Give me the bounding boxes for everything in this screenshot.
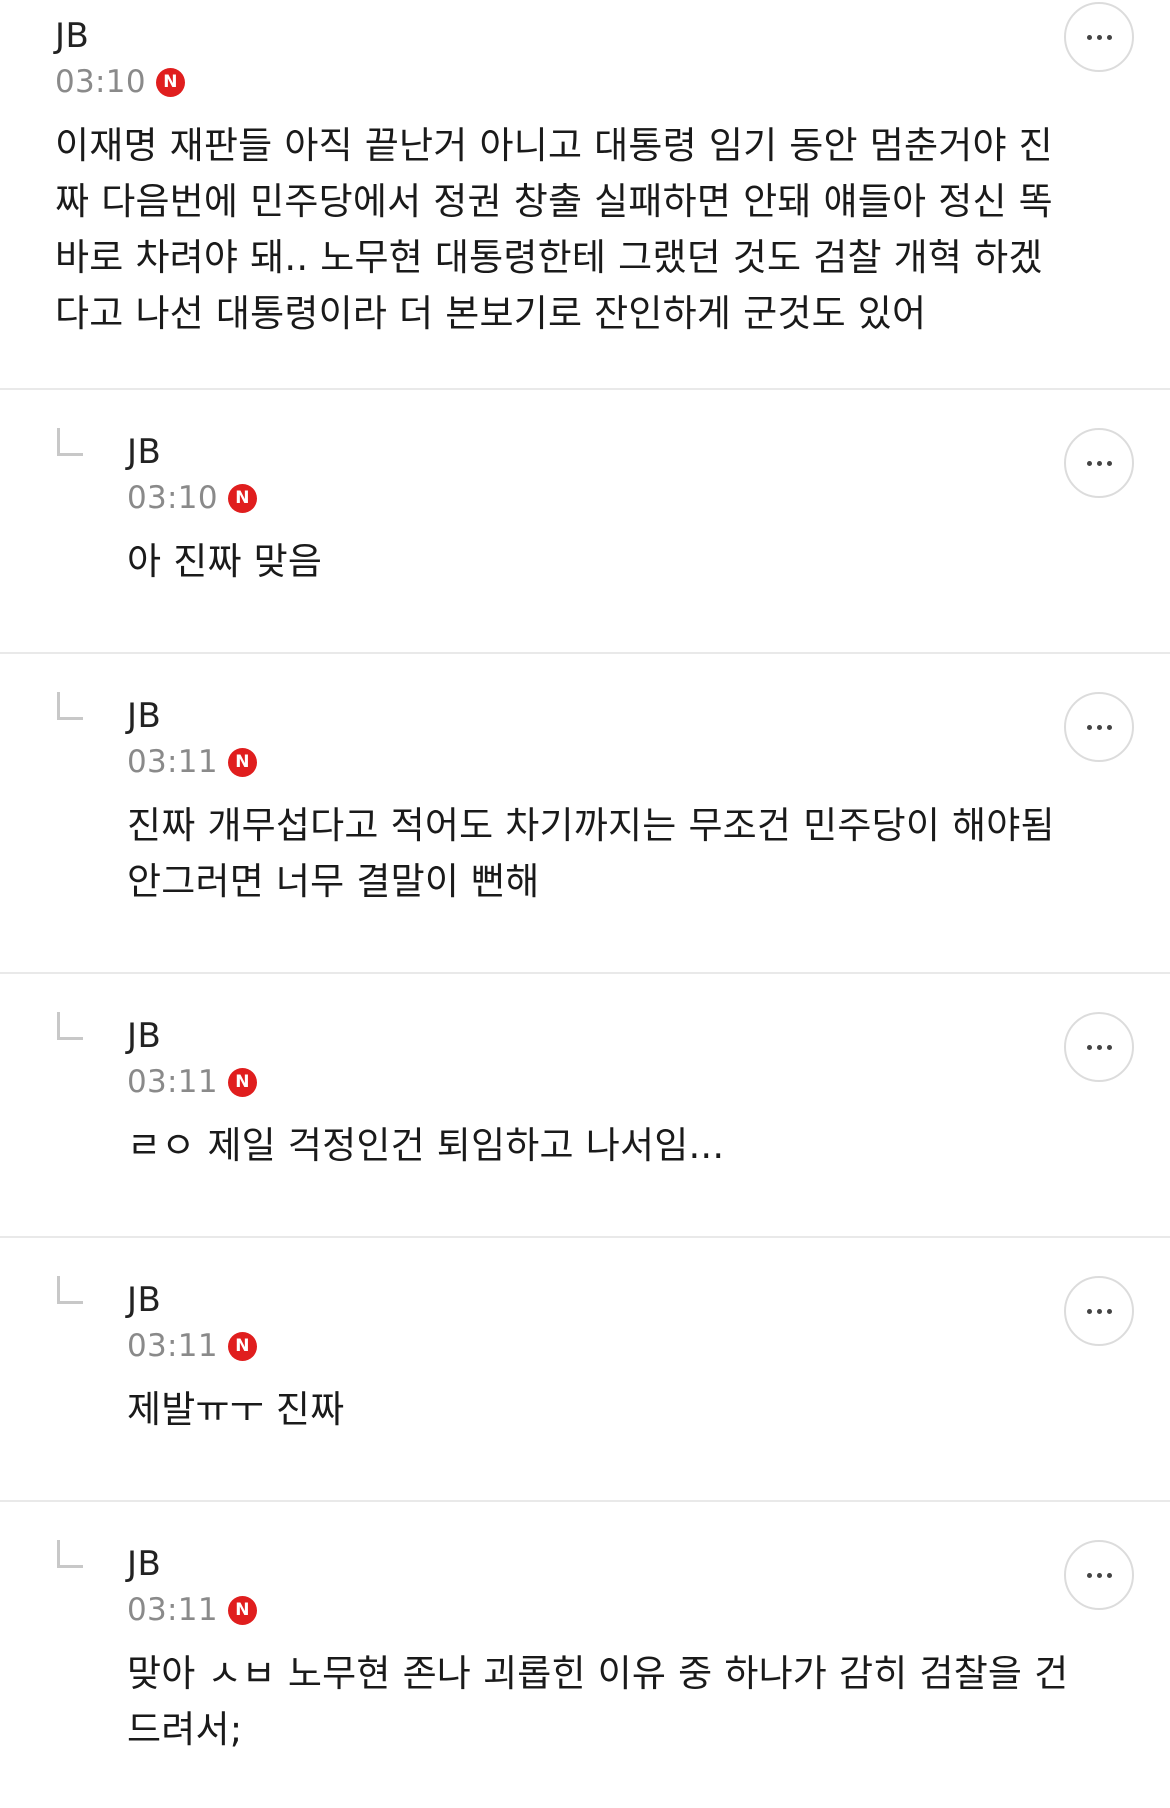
more-options-icon-dot — [1106, 460, 1112, 466]
new-badge-icon: N — [227, 1067, 257, 1097]
comment-meta: 03:11 N — [127, 740, 1074, 784]
reply-arrow-icon — [57, 1012, 83, 1040]
more-options-icon-dot — [1106, 1572, 1112, 1578]
more-options-icon — [1086, 1308, 1092, 1314]
more-options-icon-dot — [1096, 34, 1102, 40]
reply-comment: JB 03:10 N 아 진짜 맞음 — [0, 390, 1170, 654]
reply-arrow-icon — [57, 1540, 83, 1568]
new-badge-icon: N — [227, 1595, 257, 1625]
comment-author[interactable]: JB — [55, 14, 1074, 58]
new-badge-icon: N — [227, 483, 257, 513]
more-options-button[interactable] — [1064, 1012, 1134, 1082]
new-badge-icon: N — [227, 747, 257, 777]
comment-author[interactable]: JB — [127, 430, 1074, 474]
more-options-icon-dot — [1106, 1044, 1112, 1050]
comment-time: 03:11 — [127, 1592, 218, 1628]
more-options-button[interactable] — [1064, 692, 1134, 762]
comment-time: 03:10 — [55, 64, 146, 100]
more-options-icon-dot — [1096, 1572, 1102, 1578]
more-options-button[interactable] — [1064, 1540, 1134, 1610]
more-options-icon-dot — [1106, 1308, 1112, 1314]
more-options-icon — [1086, 1572, 1092, 1578]
comment-text: ㄹㅇ 제일 걱정인건 퇴임하고 나서임... — [127, 1124, 725, 1167]
comment-text: 제발ㅠㅜ 진짜 — [127, 1388, 345, 1431]
comment-text: 진짜 개무섭다고 적어도 차기까지는 무조건 민주당이 해야됨 안그러면 너무 … — [127, 804, 1055, 903]
comment-meta: 03:11 N — [127, 1324, 1074, 1368]
comment-text: 아 진짜 맞음 — [127, 540, 323, 583]
comment-text: 맞아 ㅅㅂ 노무현 존나 괴롭힌 이유 중 하나가 감히 검찰을 건드려서; — [127, 1652, 1069, 1751]
more-options-icon-dot — [1096, 1044, 1102, 1050]
comment-author[interactable]: JB — [127, 1278, 1074, 1322]
comment-author[interactable]: JB — [127, 1542, 1074, 1586]
more-options-button[interactable] — [1064, 1276, 1134, 1346]
more-options-button[interactable] — [1064, 2, 1134, 72]
comment-time: 03:11 — [127, 1064, 218, 1100]
comment-time: 03:11 — [127, 744, 218, 780]
comment-time: 03:11 — [127, 1328, 218, 1364]
more-options-icon — [1086, 724, 1092, 730]
comment-author[interactable]: JB — [127, 1014, 1074, 1058]
reply-comment: JB 03:11 N 진짜 개무섭다고 적어도 차기까지는 무조건 민주당이 해… — [0, 654, 1170, 974]
comment-meta: 03:11 N — [127, 1588, 1074, 1632]
comment-time: 03:10 — [127, 480, 218, 516]
comment-text: 이재명 재판들 아직 끝난거 아니고 대통령 임기 동안 멈춘거야 진짜 다음번… — [55, 124, 1053, 335]
comment-meta: 03:11 N — [127, 1060, 1074, 1104]
more-options-icon-dot — [1096, 724, 1102, 730]
more-options-icon-dot — [1106, 34, 1112, 40]
reply-arrow-icon — [57, 1276, 83, 1304]
reply-arrow-icon — [57, 692, 83, 720]
more-options-icon-dot — [1096, 1308, 1102, 1314]
reply-arrow-icon — [57, 428, 83, 456]
comment-list: JB 03:10 N 이재명 재판들 아직 끝난거 아니고 대통령 임기 동안 … — [0, 0, 1170, 1808]
more-options-icon-dot — [1096, 460, 1102, 466]
comment-meta: 03:10 N — [127, 476, 1074, 520]
comment-author[interactable]: JB — [127, 694, 1074, 738]
more-options-icon-dot — [1106, 724, 1112, 730]
new-badge-icon: N — [155, 67, 185, 97]
reply-comment: JB 03:11 N 맞아 ㅅㅂ 노무현 존나 괴롭힌 이유 중 하나가 감히 … — [0, 1502, 1170, 1808]
reply-comment: JB 03:11 N 제발ㅠㅜ 진짜 — [0, 1238, 1170, 1502]
reply-comment: JB 03:11 N ㄹㅇ 제일 걱정인건 퇴임하고 나서임... — [0, 974, 1170, 1238]
more-options-icon — [1086, 460, 1092, 466]
more-options-icon — [1086, 34, 1092, 40]
more-options-button[interactable] — [1064, 428, 1134, 498]
comment-meta: 03:10 N — [55, 60, 1074, 104]
new-badge-icon: N — [227, 1331, 257, 1361]
comment: JB 03:10 N 이재명 재판들 아직 끝난거 아니고 대통령 임기 동안 … — [0, 0, 1170, 390]
more-options-icon — [1086, 1044, 1092, 1050]
